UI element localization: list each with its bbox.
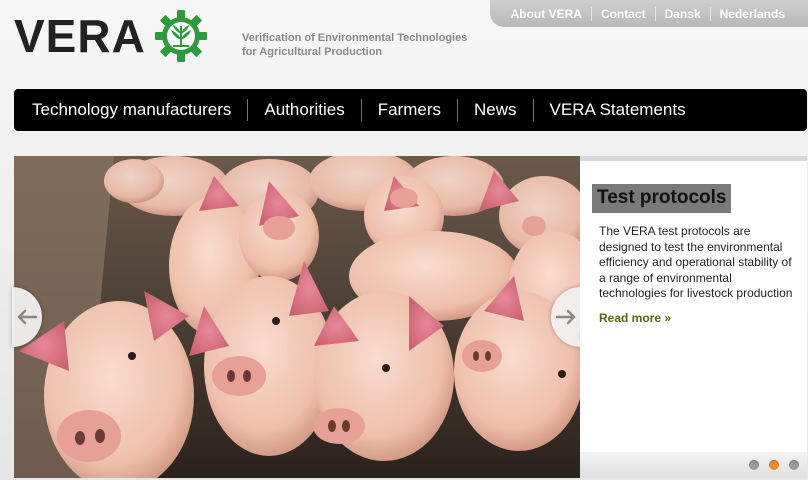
nav-news[interactable]: News [457,99,533,121]
top-nav-contact[interactable]: Contact [590,6,655,21]
slider-dot-1[interactable] [749,460,759,470]
slide-info-panel: Test protocols The VERA test protocols a… [580,156,807,478]
nav-vera-statements[interactable]: VERA Statements [532,99,702,121]
nav-technology-manufacturers[interactable]: Technology manufacturers [16,99,247,121]
site-logo[interactable]: VERA [14,8,208,64]
nav-authorities[interactable]: Authorities [247,99,360,121]
gear-wheat-icon [154,10,207,62]
pigs-photo [14,156,580,478]
site-tagline: Verification of Environmental Technologi… [242,31,467,59]
top-nav-about[interactable]: About VERA [502,7,591,21]
top-nav: About VERA Contact Dansk Nederlands [490,0,808,27]
slider-dot-2[interactable] [769,460,779,470]
top-nav-nederlands[interactable]: Nederlands [709,6,794,21]
tagline-line-1: Verification of Environmental Technologi… [242,32,468,44]
arrow-right-icon [555,309,576,325]
read-more-link[interactable]: Read more » [599,311,671,325]
slider-dot-3[interactable] [789,460,799,470]
tagline-line-2: for Agricultural Production [242,46,383,58]
slider-pagination [580,452,807,478]
arrow-left-icon [17,309,38,325]
main-nav: Technology manufacturers Authorities Far… [14,89,807,131]
logo-text: VERA [14,10,146,62]
slide-title: Test protocols [592,184,731,213]
nav-farmers[interactable]: Farmers [360,99,457,121]
slide-description: The VERA test protocols are designed to … [599,224,793,300]
top-nav-dansk[interactable]: Dansk [654,6,710,21]
hero-slider [14,156,580,478]
